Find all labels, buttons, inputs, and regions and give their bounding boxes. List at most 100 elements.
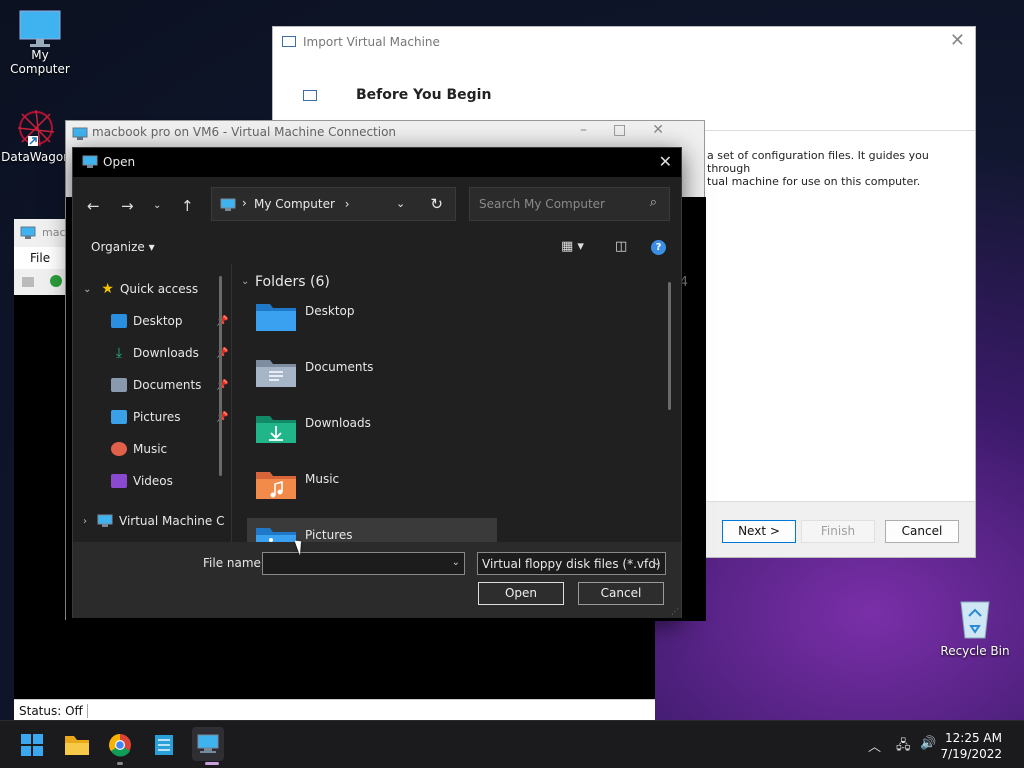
wizard-heading: Before You Begin xyxy=(356,87,492,103)
clock-time: 12:25 AM xyxy=(945,731,1002,745)
help-icon[interactable]: ? xyxy=(651,240,666,255)
running-indicator xyxy=(117,762,123,765)
chevron-down-icon[interactable]: ⌄ xyxy=(241,276,249,287)
resize-grip-icon[interactable]: ⋰ xyxy=(671,607,679,616)
close-icon[interactable]: ✕ xyxy=(659,152,672,171)
pictures-folder-icon xyxy=(256,528,296,542)
chevron-up-icon[interactable]: ︿ xyxy=(868,736,881,755)
chevron-down-icon[interactable]: ⌄ xyxy=(452,557,460,568)
organize-button[interactable]: Organize ▾ xyxy=(91,240,155,254)
download-icon: ⤓ xyxy=(115,345,123,361)
start-button[interactable] xyxy=(20,733,44,757)
search-icon[interactable]: ⌕ xyxy=(650,195,657,210)
music-folder-icon xyxy=(256,472,296,499)
file-list-scrollbar[interactable] xyxy=(668,282,671,410)
monitor-icon xyxy=(82,155,98,168)
nav-item-pictures[interactable]: Pictures 📌 xyxy=(111,406,228,428)
downloads-folder-icon xyxy=(256,416,296,443)
chevron-down-icon[interactable]: ⌄ xyxy=(653,557,661,568)
nav-label: Videos xyxy=(133,474,173,488)
mac-title: mac xyxy=(42,226,66,239)
file-type-select[interactable]: Virtual floppy disk files (*.vfd) ⌄ xyxy=(477,552,666,575)
nav-scrollbar[interactable] xyxy=(219,276,222,476)
pin-icon: 📌 xyxy=(216,315,229,327)
documents-icon xyxy=(111,378,127,392)
folder-name: Desktop xyxy=(305,304,355,318)
folder-item-music[interactable]: Music xyxy=(247,462,497,508)
folder-name: Music xyxy=(305,472,340,486)
refresh-icon[interactable]: ↻ xyxy=(430,195,443,213)
wizard-body-line: tual machine for use on this computer. xyxy=(707,175,921,188)
folder-name: Pictures xyxy=(305,528,353,542)
folder-item-desktop[interactable]: Desktop xyxy=(247,294,497,340)
open-button[interactable]: Open xyxy=(478,582,564,605)
hyperv-icon xyxy=(197,734,219,753)
view-options-icon[interactable]: ▦ ▾ xyxy=(561,239,584,254)
forward-arrow-icon[interactable]: → xyxy=(121,197,134,215)
back-arrow-icon[interactable]: ← xyxy=(87,197,100,215)
desktop-icon-datawagon[interactable]: DataWagon xyxy=(0,106,72,164)
mac-statusbar: Status: Off xyxy=(14,699,655,721)
vmc-titlebar[interactable]: macbook pro on VM6 - Virtual Machine Con… xyxy=(66,121,704,145)
taskbar-chrome[interactable] xyxy=(108,733,132,757)
monitor-icon xyxy=(72,127,88,140)
star-icon: ★ xyxy=(101,281,114,297)
next-button[interactable]: Next > xyxy=(722,520,796,543)
nav-quick-access[interactable]: ⌄ ★ Quick access xyxy=(83,278,198,300)
volume-icon[interactable]: 🔊 xyxy=(920,736,936,751)
finish-button: Finish xyxy=(801,520,875,543)
close-icon[interactable]: ✕ xyxy=(950,30,965,51)
chevron-right-icon[interactable]: › xyxy=(83,516,87,527)
open-titlebar[interactable]: Open ✕ xyxy=(73,148,681,177)
menu-file[interactable]: File xyxy=(30,251,50,265)
power-icon[interactable] xyxy=(50,275,62,287)
folder-item-downloads[interactable]: Downloads xyxy=(247,406,497,452)
desktop-icon-recycle-bin[interactable]: Recycle Bin xyxy=(940,596,1010,658)
nav-item-downloads[interactable]: ⤓ Downloads 📌 xyxy=(111,342,229,364)
up-arrow-icon[interactable]: ↑ xyxy=(181,197,194,215)
network-icon[interactable]: 🖧 xyxy=(896,736,911,758)
taskbar: ︿ 🖧 🔊 12:25 AM 7/19/2022 xyxy=(0,720,1024,768)
cancel-button[interactable]: Cancel xyxy=(578,582,664,605)
chevron-down-icon[interactable]: ⌄ xyxy=(396,197,405,210)
desktop-folder-icon xyxy=(111,314,127,328)
window-controls[interactable]: –□✕ xyxy=(580,122,690,138)
recent-chevron-icon[interactable]: ⌄ xyxy=(153,200,161,211)
wizard-titlebar[interactable]: Import Virtual Machine ✕ xyxy=(273,27,975,57)
pane-divider[interactable] xyxy=(231,264,232,542)
search-input[interactable]: Search My Computer ⌕ xyxy=(469,187,670,221)
preview-pane-icon[interactable]: ◫ xyxy=(615,239,627,254)
breadcrumb-my-computer[interactable]: My Computer xyxy=(254,197,335,211)
desktop-icon-label: My Computer xyxy=(10,48,70,76)
monitor-icon xyxy=(220,198,236,211)
datawagon-icon xyxy=(14,106,58,150)
taskbar-hyperv-manager[interactable] xyxy=(192,727,224,761)
desktop-icon-my-computer[interactable]: My Computer xyxy=(2,10,78,76)
videos-icon xyxy=(111,474,127,488)
nav-item-videos[interactable]: Videos xyxy=(111,470,173,492)
file-name-input[interactable]: ⌄ xyxy=(262,552,465,575)
desktop-icon-label: DataWagon xyxy=(1,150,71,164)
nav-item-documents[interactable]: Documents 📌 xyxy=(111,374,228,396)
dialog-bottom-panel: File name: ⌄ Virtual floppy disk files (… xyxy=(73,542,681,618)
group-header-label: Folders (6) xyxy=(255,274,330,290)
pin-icon: 📌 xyxy=(216,347,229,359)
taskbar-file-explorer[interactable] xyxy=(64,733,89,757)
nav-item-virtual-machine[interactable]: › Virtual Machine C xyxy=(83,510,225,532)
nav-item-music[interactable]: Music xyxy=(111,438,167,460)
cancel-button[interactable]: Cancel xyxy=(885,520,959,543)
address-bar[interactable]: › My Computer › ⌄ ↻ xyxy=(211,187,456,221)
organize-label: Organize xyxy=(91,240,145,254)
folder-item-pictures[interactable]: Pictures xyxy=(247,518,497,542)
clock[interactable]: 12:25 AM 7/19/2022 xyxy=(940,730,1002,762)
monitor-icon xyxy=(20,226,36,239)
import-icon xyxy=(282,36,296,47)
taskbar-server-manager[interactable] xyxy=(152,733,176,757)
chevron-down-icon[interactable]: ⌄ xyxy=(83,284,91,295)
windows-logo-icon xyxy=(21,734,43,756)
nav-item-desktop[interactable]: Desktop 📌 xyxy=(111,310,228,332)
group-header[interactable]: ⌄ Folders (6) xyxy=(241,274,330,290)
toolbar-icon[interactable] xyxy=(22,277,34,287)
wizard-body-text: a set of configuration files. It guides … xyxy=(707,149,967,188)
folder-item-documents[interactable]: Documents xyxy=(247,350,497,396)
